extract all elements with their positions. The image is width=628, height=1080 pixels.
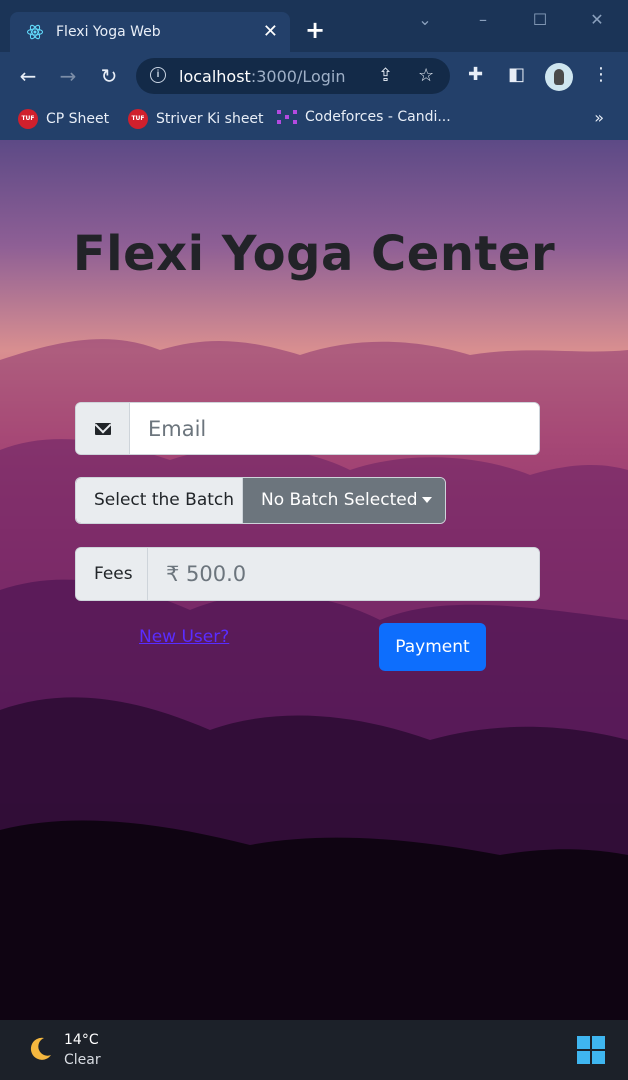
tab-strip: Flexi Yoga Web ✕ + ⌄ – ☐ ✕ [0,0,628,52]
reload-icon[interactable]: ↻ [97,64,121,88]
tuf-icon: TUF [18,109,38,129]
bookmark-striver-sheet[interactable]: TUF Striver Ki sheet [128,109,264,131]
tab-search-icon[interactable]: ⌄ [415,10,435,30]
extensions-icon[interactable]: ✚ [468,64,483,85]
codeforces-icon [277,110,297,124]
forward-icon[interactable]: → [56,64,80,88]
close-window-icon[interactable]: ✕ [587,10,607,30]
bookmark-codeforces[interactable]: Codeforces - Candi... [277,109,451,131]
share-icon[interactable]: ⇪ [378,65,393,86]
page-title: Flexi Yoga Center [72,226,556,282]
batch-label: Select the Batch [76,478,243,523]
weather-temperature: 14°C [64,1032,99,1048]
react-icon [26,24,44,40]
bookmark-star-icon[interactable]: ☆ [418,65,434,86]
payment-button[interactable]: Payment [379,623,486,671]
email-input-group [75,402,540,455]
tab-title: Flexi Yoga Web [56,24,161,40]
url-text[interactable]: localhost:3000/Login [179,67,346,86]
fees-field[interactable] [148,548,539,600]
weather-condition: Clear [64,1052,101,1068]
caret-down-icon [421,497,432,503]
email-addon [76,403,130,454]
side-panel-icon[interactable]: ◧ [508,64,525,85]
new-tab-button[interactable]: + [305,18,325,42]
fees-label: Fees [76,548,148,600]
batch-selected-text: No Batch Selected [261,490,418,510]
envelope-icon [95,423,111,435]
bookmarks-bar: TUF CP Sheet TUF Striver Ki sheet Codeforc… [0,100,628,140]
browser-toolbar: ← → ↻ i localhost:3000/Login ⇪ ☆ ✚ ◧ ⋮ [0,52,628,100]
site-info-icon[interactable]: i [150,67,166,83]
tuf-icon: TUF [128,109,148,129]
bookmark-cp-sheet[interactable]: TUF CP Sheet [18,109,109,131]
bookmarks-overflow-icon[interactable]: » [594,108,604,127]
login-page: Flexi Yoga Center Select the Batch No Ba… [0,140,628,1020]
browser-tab[interactable]: Flexi Yoga Web ✕ [10,12,290,52]
batch-input-group: Select the Batch No Batch Selected [75,477,446,524]
menu-kebab-icon[interactable]: ⋮ [592,64,610,85]
back-icon[interactable]: ← [16,64,40,88]
profile-avatar[interactable] [545,63,573,91]
batch-dropdown-button[interactable]: No Batch Selected [243,478,445,523]
address-bar[interactable]: i localhost:3000/Login ⇪ ☆ [136,58,450,94]
maximize-icon[interactable]: ☐ [530,10,550,30]
windows-start-icon[interactable] [577,1036,605,1064]
tab-close-icon[interactable]: ✕ [263,21,278,42]
taskbar: 14°C Clear [0,1020,628,1080]
fees-input-group: Fees [75,547,540,601]
new-user-link[interactable]: New User? [139,627,229,647]
browser-chrome: Flexi Yoga Web ✕ + ⌄ – ☐ ✕ ← → ↻ i local… [0,0,628,140]
email-field[interactable] [130,403,539,454]
moon-icon[interactable] [26,1035,54,1063]
minimize-icon[interactable]: – [473,10,493,30]
